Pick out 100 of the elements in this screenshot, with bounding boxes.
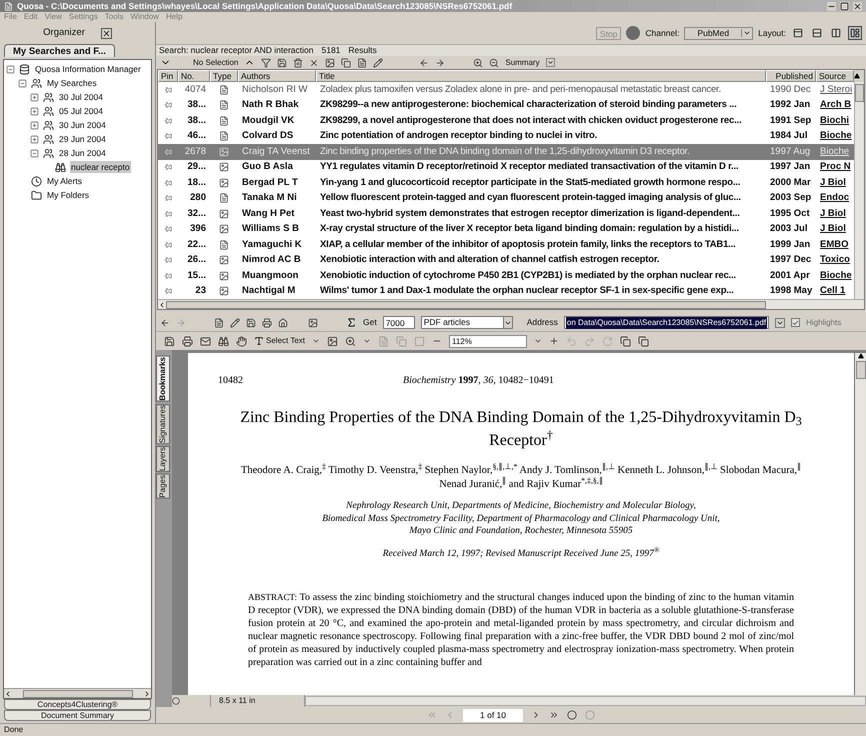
source-link[interactable]: Cell 1 [820, 285, 846, 296]
side-tab[interactable]: Signatures [156, 404, 170, 444]
table-row[interactable]: 26... Nimrod AC B Xenobiotic interaction with and alteration of channel catfish estrogen receptor. 1997 Dec Toxico [158, 252, 854, 268]
tree-item[interactable]: Quosa Information Manager [34, 62, 142, 76]
snapshot-icon[interactable] [326, 336, 338, 346]
copy-icon[interactable] [341, 58, 352, 68]
source-link[interactable]: J Biol [820, 223, 846, 234]
delete-icon[interactable] [309, 58, 320, 68]
import-icon[interactable] [419, 58, 430, 68]
format-select[interactable]: PDF articles [420, 316, 513, 329]
sigma-icon[interactable] [346, 317, 357, 328]
table-row[interactable]: 32... Wang H Pet Yeast two-hybrid system demonstrates that estrogen receptor dimerization is ligand-dependent... 1995 Oct J Biol [158, 206, 854, 222]
column-header[interactable]: Pin [158, 70, 178, 82]
source-link[interactable]: Arch B [820, 99, 852, 110]
table-row[interactable]: 280 Tanaka M Ni Yellow fluorescent protein-tagged and cyan fluorescent protein-tagged imaging analysis of gluc... 2003 Sep Endoc [158, 190, 854, 206]
pin-icon[interactable] [164, 163, 172, 172]
horizontal-scrollbar[interactable] [4, 688, 151, 698]
layout-button[interactable] [829, 26, 843, 40]
dropdown-button[interactable] [546, 58, 555, 67]
home-icon[interactable] [278, 318, 288, 328]
panel-tab[interactable]: Concepts4Clustering® [4, 699, 151, 710]
scroll-up-icon[interactable] [858, 353, 864, 359]
last-page-icon[interactable] [549, 710, 559, 720]
page-layout-icon[interactable] [172, 697, 180, 705]
mail-icon[interactable] [200, 336, 211, 346]
table-row[interactable]: 23 Nachtigal M Wilms' tumor 1 and Dax-1 modulate the orphan nuclear receptor SF-1 in sex-specific gene exp... 1998 May Cell 1 [158, 284, 854, 299]
print-icon[interactable] [262, 318, 272, 328]
tree-item[interactable]: My Folders [46, 188, 90, 202]
select-text-button[interactable]: Select Text [254, 335, 305, 347]
table-row[interactable]: 38... Nath R Bhak ZK98299--a new antiprogesterone: biochemical characterization of steroid binding parameters ... 1992 Jan Arch B [158, 98, 854, 113]
maximize-icon[interactable] [840, 2, 849, 10]
tree-item[interactable]: 30 Jun 2004 [58, 118, 107, 132]
side-tab[interactable]: Pages [156, 474, 170, 499]
source-link[interactable]: Toxico [820, 254, 850, 266]
table-row[interactable]: 15... Muangmoon Xenobiotic induction of cytochrome P450 2B1 (CYP2B1) is mediated by the orphan nuclear rec... 2001 Apr Bioche [158, 268, 854, 284]
zoom-in-icon[interactable] [473, 58, 484, 68]
column-header[interactable]: Type [210, 70, 238, 82]
pin-icon[interactable] [164, 132, 172, 140]
panel-tab[interactable]: Document Summary [4, 710, 151, 721]
scroll-thumb[interactable] [856, 361, 866, 379]
pin-icon[interactable] [164, 240, 172, 249]
tree-item[interactable]: 05 Jul 2004 [58, 104, 104, 118]
horizontal-scrollbar[interactable] [305, 696, 866, 706]
save-icon[interactable] [246, 318, 256, 328]
layout-button[interactable] [848, 26, 862, 40]
source-link[interactable]: Bioche [820, 130, 852, 142]
expand-icon[interactable] [30, 134, 39, 144]
scroll-thumb[interactable] [855, 84, 864, 102]
table-row[interactable]: 46... Colvard DS Zinc potentiation of androgen receptor binding to nuclei in vitro. 1984 Jul Bioche [158, 128, 854, 144]
column-header[interactable]: Authors [238, 70, 316, 82]
collapse-icon[interactable] [18, 78, 27, 88]
pin-icon[interactable] [164, 148, 172, 156]
save-icon[interactable] [277, 58, 288, 68]
tree-item[interactable]: My Searches [46, 76, 98, 90]
expand-icon[interactable] [30, 120, 39, 130]
horizontal-scrollbar[interactable] [158, 299, 864, 309]
pin-icon[interactable] [164, 101, 172, 110]
pin-icon[interactable] [164, 116, 172, 125]
pin-icon[interactable] [164, 272, 172, 280]
channel-select[interactable]: PubMed [684, 26, 754, 40]
table-row[interactable]: 38... Moudgil VK ZK98299, a novel antiprogesterone that does not interact with chicken oviduct progesterone rec... 1991 Sep Biochi [158, 113, 854, 128]
collapse-icon[interactable] [6, 64, 15, 74]
column-header[interactable]: Title [316, 70, 766, 82]
side-tab[interactable]: Bookmarks [156, 356, 170, 402]
export-icon[interactable] [435, 58, 446, 68]
save-icon[interactable] [164, 336, 175, 346]
filter-icon[interactable] [261, 58, 272, 68]
close-icon[interactable] [853, 2, 862, 10]
zoom-field[interactable]: 112% [448, 334, 527, 348]
expand-icon[interactable] [30, 106, 39, 116]
table-row[interactable]: 29... Guo B Asla YY1 regulates vitamin D receptor/retinoid X receptor mediated transactivation of the vitamin D r... 1997 Jan Proc N [158, 160, 854, 175]
tree-item[interactable]: 28 Jun 2004 [58, 146, 107, 160]
scroll-up-icon[interactable] [854, 73, 860, 79]
dropdown-icon[interactable] [534, 337, 542, 345]
table-row[interactable]: 4074 Nicholson RI W Zoladex plus tamoxifen versus Zoladex alone in pre- and peri-menopausal metastatic breast cancer. 1990 Dec J Steroi [158, 82, 854, 98]
pin-icon[interactable] [164, 256, 172, 264]
vertical-scrollbar[interactable] [854, 353, 866, 695]
source-link[interactable]: Biochi [820, 114, 850, 126]
document-icon[interactable] [214, 318, 224, 328]
tree-item[interactable]: 29 Jun 2004 [58, 132, 107, 146]
tree-item[interactable]: nuclear recepto [70, 160, 131, 174]
document-icon[interactable] [357, 58, 368, 68]
layout-button[interactable] [810, 26, 824, 40]
hand-icon[interactable] [236, 336, 247, 346]
trash-icon[interactable] [293, 58, 304, 68]
vertical-scrollbar[interactable] [854, 82, 864, 299]
column-header[interactable]: Source [816, 70, 854, 82]
pencil-icon[interactable] [230, 318, 240, 328]
pin-icon[interactable] [164, 194, 172, 202]
collapse-icon[interactable] [30, 148, 39, 158]
binoculars-icon[interactable] [218, 336, 229, 346]
copy-icon[interactable] [638, 336, 649, 346]
page-field[interactable]: 1 of 10 [463, 708, 523, 722]
summary-label[interactable]: Summary [505, 56, 540, 68]
dropdown-icon[interactable] [362, 337, 371, 345]
close-button[interactable] [100, 28, 112, 38]
scroll-left-icon[interactable] [4, 690, 12, 698]
zoom-in-icon[interactable] [344, 336, 356, 346]
column-header[interactable]: No. [178, 70, 210, 82]
image-icon[interactable] [325, 58, 336, 68]
